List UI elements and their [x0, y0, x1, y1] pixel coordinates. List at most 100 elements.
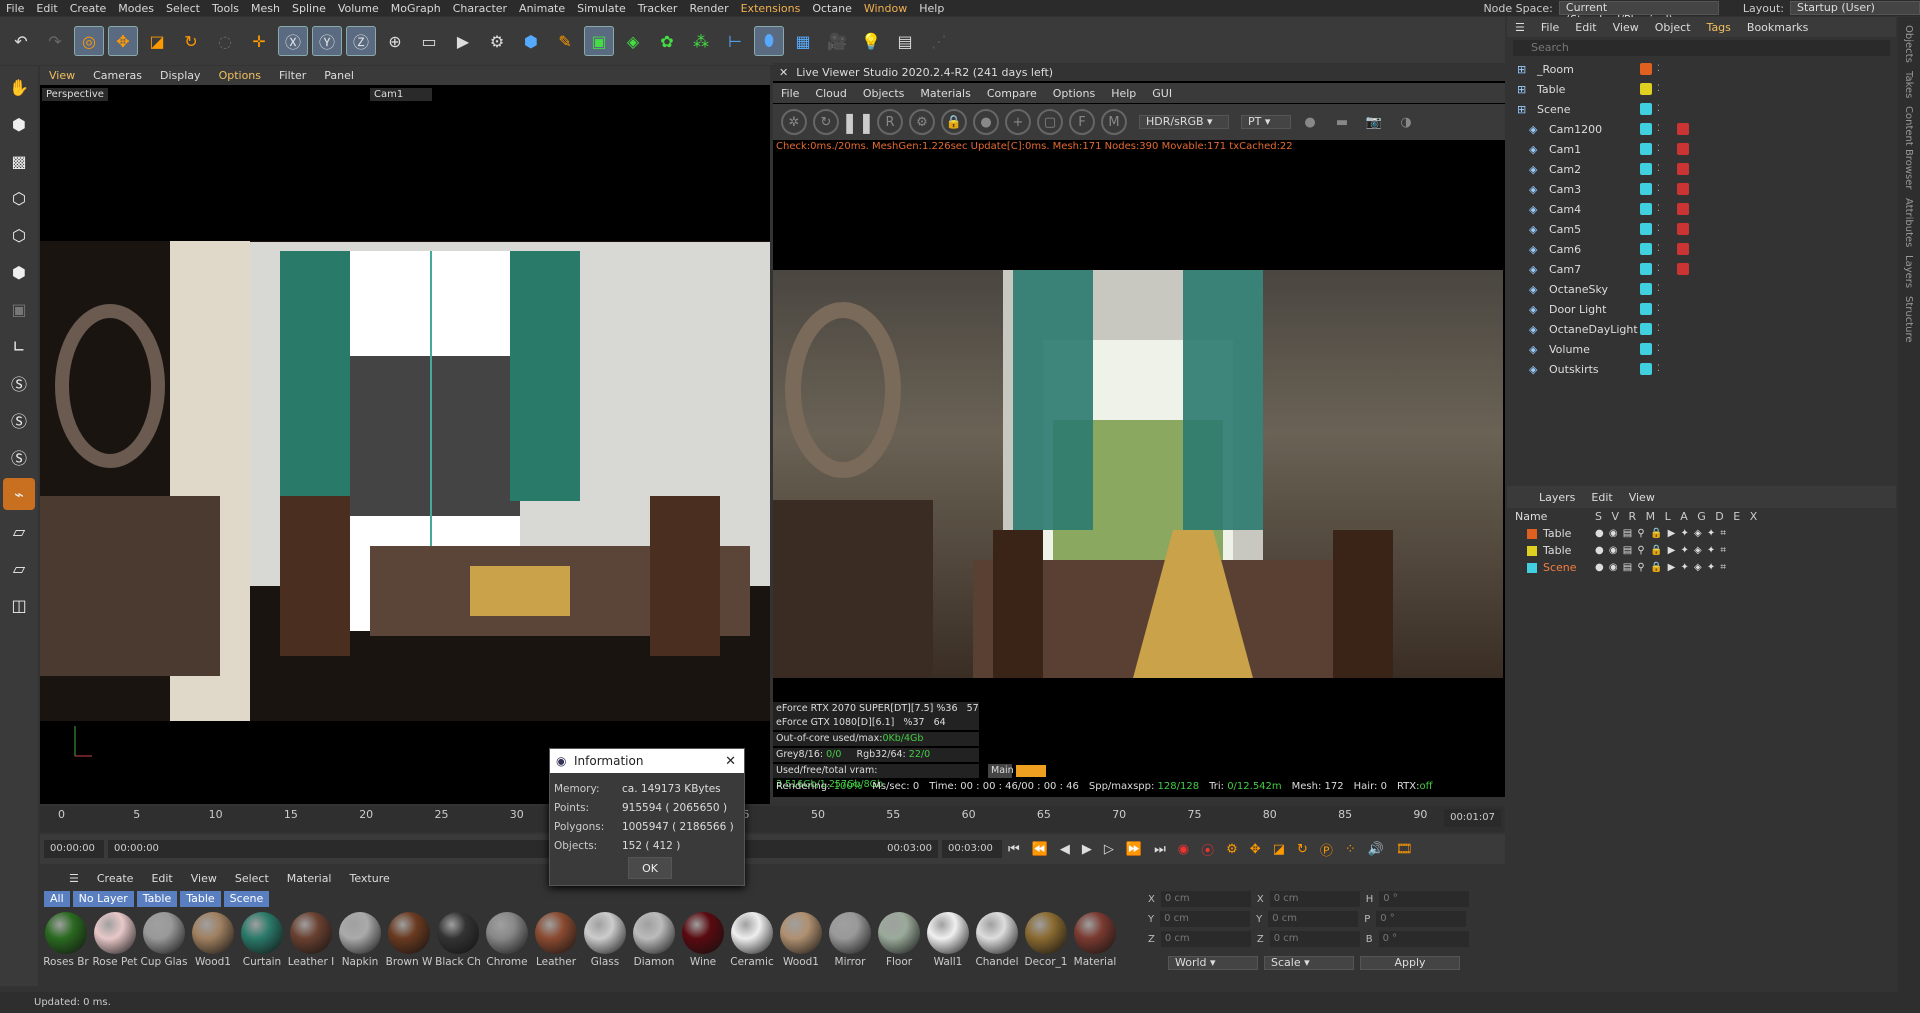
side-tab-objects[interactable]: Objects	[1903, 25, 1914, 63]
prev-frame-icon[interactable]: ◀	[1060, 842, 1070, 857]
hamburger-icon[interactable]: ☰	[1507, 21, 1533, 34]
axis-mode-icon[interactable]: ∟	[3, 330, 35, 362]
live-viewer-menu-cloud[interactable]: Cloud	[807, 87, 854, 100]
live-viewer-menu-materials[interactable]: Materials	[912, 87, 978, 100]
close-icon[interactable]: ✕	[725, 754, 736, 769]
autokey-icon[interactable]: ⦿	[1201, 840, 1214, 859]
key-scale-icon[interactable]: ◪	[1273, 842, 1285, 857]
layer-color-swatch[interactable]	[1640, 183, 1652, 195]
move-icon[interactable]: ✥	[108, 26, 138, 56]
material-swatch[interactable]: Chandel	[975, 912, 1019, 968]
make-editable-icon[interactable]: ✋	[3, 71, 35, 103]
layer-color-swatch[interactable]	[1640, 103, 1652, 115]
material-swatch[interactable]: Wood1	[191, 912, 235, 968]
object-row[interactable]: ◈ Cam7 ⁚	[1507, 259, 1896, 279]
object-row[interactable]: ⊞ Scene ⁚	[1507, 99, 1896, 119]
visibility-dots-icon[interactable]: ⁚	[1657, 284, 1660, 294]
object-row[interactable]: ◈ Cam3 ⁚	[1507, 179, 1896, 199]
layer-row[interactable]: Table ● ◉ ▤ ⚲ 🔒 ▶ ✦ ◈ ✦ ⌗	[1507, 525, 1896, 542]
material-swatch[interactable]: Brown W	[386, 912, 432, 968]
material-swatch[interactable]: Floor	[877, 912, 921, 968]
octane-camera-tag-icon[interactable]	[1677, 223, 1689, 235]
material-swatch[interactable]: Decor_1	[1024, 912, 1068, 968]
octane-camera-tag-icon[interactable]	[1677, 243, 1689, 255]
quantize-icon[interactable]: Ⓢ	[3, 441, 35, 473]
visibility-dots-icon[interactable]: ⁚	[1657, 64, 1660, 74]
go-start-icon[interactable]: ⏮	[1008, 842, 1020, 857]
scale-select[interactable]: Scale ▾	[1264, 956, 1354, 970]
layer-color-swatch[interactable]	[1640, 223, 1652, 235]
snapshot-icon[interactable]: 📷	[1361, 109, 1387, 135]
menu-item-animate[interactable]: Animate	[513, 2, 571, 15]
object-row[interactable]: ◈ OctaneDayLight ⁚	[1507, 319, 1896, 339]
pause-icon[interactable]: ❚❚	[841, 109, 875, 135]
layout-select[interactable]: Startup (User)	[1790, 1, 1920, 15]
cube-icon[interactable]: ⬢	[516, 26, 546, 56]
layer-menu-view[interactable]: View	[1621, 491, 1663, 504]
close-icon[interactable]: ✕	[779, 66, 788, 79]
material-swatch[interactable]: Chrome	[485, 912, 529, 968]
menu-item-help[interactable]: Help	[913, 2, 950, 15]
menu-item-extensions[interactable]: Extensions	[735, 2, 807, 15]
material-swatch[interactable]: Curtain	[240, 912, 284, 968]
prev-key-icon[interactable]: ⏪	[1032, 842, 1048, 857]
subdivision-icon[interactable]: ▣	[584, 26, 614, 56]
lock-icon[interactable]: 🔒	[941, 109, 967, 135]
object-row[interactable]: ⊞ _Room ⁚	[1507, 59, 1896, 79]
menu-item-spline[interactable]: Spline	[286, 2, 332, 15]
workplane-icon[interactable]: ▱	[3, 515, 35, 547]
next-key-icon[interactable]: ⏩	[1126, 842, 1142, 857]
side-tab-content-browser[interactable]: Content Browser	[1903, 106, 1914, 189]
settings-icon[interactable]: ⚙	[909, 109, 935, 135]
rect-icon[interactable]: ▬	[1329, 109, 1355, 135]
viewport-menu-options[interactable]: Options	[210, 69, 270, 82]
live-viewer-menu-file[interactable]: File	[773, 87, 807, 100]
material-menu-material[interactable]: Material	[278, 872, 341, 885]
live-viewer-menu-help[interactable]: Help	[1103, 87, 1144, 100]
light-icon[interactable]: 💡	[856, 26, 886, 56]
visibility-dots-icon[interactable]: ⁚	[1657, 304, 1660, 314]
viewport-menu-panel[interactable]: Panel	[315, 69, 363, 82]
layer-color-swatch[interactable]	[1640, 323, 1652, 335]
redo-icon[interactable]: ↷	[40, 26, 70, 56]
object-row[interactable]: ◈ Cam1200 ⁚	[1507, 119, 1896, 139]
menu-item-render[interactable]: Render	[683, 2, 734, 15]
layer-color-swatch[interactable]	[1640, 363, 1652, 375]
menu-item-tools[interactable]: Tools	[206, 2, 245, 15]
uv-mode-icon[interactable]: ▣	[3, 293, 35, 325]
object-menu-edit[interactable]: Edit	[1567, 21, 1604, 34]
x-axis-icon[interactable]: Ⓧ	[278, 26, 308, 56]
field-icon[interactable]: ⬮	[754, 26, 784, 56]
pen-icon[interactable]: ✎	[550, 26, 580, 56]
layer-toggles-icon[interactable]: ● ◉ ▤ ⚲ 🔒 ▶ ✦ ◈ ✦ ⌗	[1595, 528, 1726, 539]
visibility-dots-icon[interactable]: ⁚	[1657, 364, 1660, 374]
kernel-select[interactable]: PT ▾	[1241, 115, 1291, 129]
octane-camera-tag-icon[interactable]	[1677, 123, 1689, 135]
layer-toggles-icon[interactable]: ● ◉ ▤ ⚲ 🔒 ▶ ✦ ◈ ✦ ⌗	[1595, 562, 1726, 573]
visibility-dots-icon[interactable]: ⁚	[1657, 324, 1660, 334]
material-menu-edit[interactable]: Edit	[142, 872, 181, 885]
cloner-icon[interactable]: ✿	[652, 26, 682, 56]
layer-row[interactable]: Scene ● ◉ ▤ ⚲ 🔒 ▶ ✦ ◈ ✦ ⌗	[1507, 559, 1896, 576]
layer-color-swatch[interactable]	[1640, 303, 1652, 315]
render-image[interactable]	[773, 270, 1503, 678]
time-range-field[interactable]: 00:00:00 00:03:00	[108, 840, 938, 858]
rot-b-field[interactable]: 0 °	[1378, 931, 1469, 947]
mograph-icon[interactable]: ⁂	[686, 26, 716, 56]
script-icon[interactable]: ▤	[890, 26, 920, 56]
menu-item-character[interactable]: Character	[447, 2, 513, 15]
material-menu-texture[interactable]: Texture	[340, 872, 398, 885]
xyz-icon[interactable]: ⋰	[924, 26, 954, 56]
visibility-dots-icon[interactable]: ⁚	[1657, 144, 1660, 154]
live-viewer-menu-options[interactable]: Options	[1045, 87, 1103, 100]
hamburger-icon[interactable]: ☰	[60, 872, 88, 885]
render-view-icon[interactable]: ▶	[448, 26, 478, 56]
side-tab-layers[interactable]: Layers	[1903, 255, 1914, 288]
send-scene-icon[interactable]: ✲	[781, 109, 807, 135]
visibility-dots-icon[interactable]: ⁚	[1657, 264, 1660, 274]
material-filter-table[interactable]: Table	[180, 891, 221, 907]
size-x-field[interactable]: 0 cm	[1269, 891, 1360, 907]
region-icon[interactable]: R	[877, 109, 903, 135]
menu-item-window[interactable]: Window	[858, 2, 913, 15]
edges-mode-icon[interactable]: ⬡	[3, 219, 35, 251]
